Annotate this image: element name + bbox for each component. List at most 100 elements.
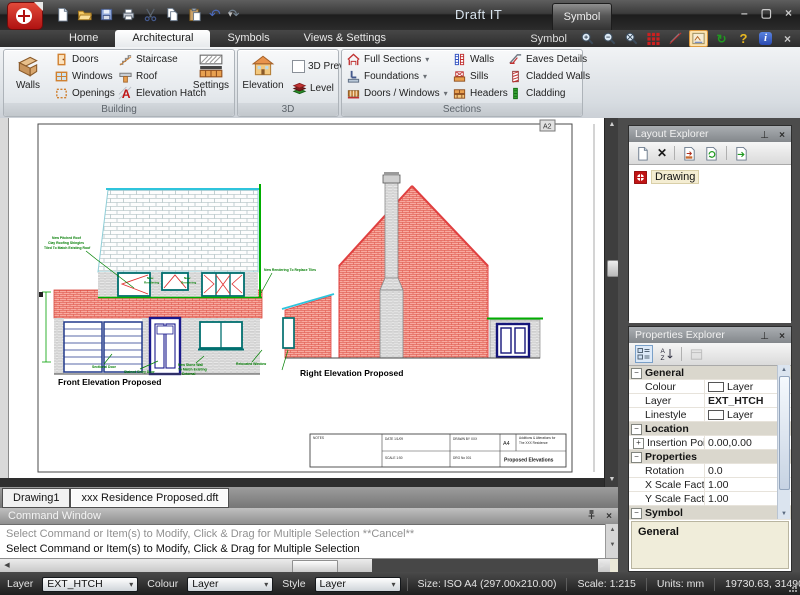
category-general[interactable]: −General: [629, 366, 791, 380]
new-layout-icon[interactable]: [635, 146, 650, 161]
print-icon[interactable]: [121, 7, 136, 22]
save-icon[interactable]: [99, 7, 114, 22]
collapse-icon[interactable]: −: [631, 452, 642, 463]
foundations-button[interactable]: Foundations▾: [344, 68, 450, 85]
open-file-icon[interactable]: [77, 7, 92, 22]
grid-icon[interactable]: [645, 31, 662, 46]
category-location[interactable]: −Location: [629, 422, 791, 436]
categorized-view-icon[interactable]: [635, 345, 653, 363]
walls-button[interactable]: Walls: [5, 51, 51, 103]
colour-dropdown[interactable]: Layer▾: [187, 577, 273, 592]
command-line-current: Select Command or Item(s) to Modify, Cli…: [6, 542, 599, 557]
context-tab-symbol[interactable]: Symbol: [552, 3, 612, 30]
property-row-yscale[interactable]: Y Scale Factor1.00: [629, 492, 791, 506]
pin-icon[interactable]: ⊥: [760, 128, 769, 144]
collapse-icon[interactable]: −: [631, 424, 642, 435]
tab-home[interactable]: Home: [52, 30, 115, 47]
sections-walls-button[interactable]: Walls: [450, 51, 510, 68]
scroll-thumb[interactable]: [779, 376, 790, 490]
doors-button[interactable]: Doors: [52, 51, 117, 68]
refresh-icon[interactable]: ↻: [713, 31, 730, 46]
maximize-button[interactable]: ▢: [761, 6, 772, 20]
hscroll-right-icon[interactable]: ▶: [596, 559, 610, 573]
new-file-icon[interactable]: [55, 7, 70, 22]
tab-architectural[interactable]: Architectural: [115, 30, 210, 47]
layout-explorer-toolbar: ✕: [629, 142, 791, 165]
scroll-down-icon[interactable]: ▼: [778, 509, 790, 519]
layout-tree-item-drawing[interactable]: Drawing: [634, 170, 786, 184]
panel-close-icon[interactable]: ×: [779, 329, 785, 345]
sills-button[interactable]: Sills: [450, 68, 510, 85]
property-row-colour[interactable]: ColourLayer: [629, 380, 791, 394]
export-layout-icon[interactable]: [734, 146, 749, 161]
pin-icon[interactable]: ⊥: [760, 329, 769, 345]
close-ribbon-icon[interactable]: ×: [779, 31, 796, 46]
pin-icon[interactable]: [587, 509, 596, 520]
svg-text:DRAWN BY XXX: DRAWN BY XXX: [453, 437, 478, 441]
level-button[interactable]: Level: [290, 80, 336, 97]
minimize-button[interactable]: –: [741, 6, 748, 20]
command-history[interactable]: Select Command or Item(s) to Modify, Cli…: [0, 524, 605, 558]
sort-az-icon[interactable]: AZ: [660, 347, 674, 361]
resize-grip[interactable]: [789, 584, 798, 593]
info-icon[interactable]: i: [757, 31, 774, 46]
zoom-out-icon[interactable]: [601, 31, 618, 46]
scroll-up-icon[interactable]: ▲: [778, 365, 790, 375]
layer-dropdown[interactable]: EXT_HTCH▾: [42, 577, 138, 592]
command-vertical-scrollbar[interactable]: ▲▼: [605, 524, 619, 558]
property-row-layer[interactable]: LayerEXT_HTCH: [629, 394, 791, 408]
panel-close-icon[interactable]: ×: [779, 128, 785, 144]
command-close-icon[interactable]: ×: [606, 509, 612, 525]
undo-icon[interactable]: ↶: [209, 6, 221, 22]
sections-doors-windows-button[interactable]: Doors / Windows▾: [344, 85, 450, 102]
doc-tab-residence[interactable]: xxx Residence Proposed.dft: [70, 488, 229, 508]
tab-views-settings[interactable]: Views & Settings: [287, 30, 403, 47]
command-horizontal-scrollbar[interactable]: ◀ ▶: [0, 558, 618, 573]
cut-icon[interactable]: [143, 7, 158, 22]
expand-icon[interactable]: +: [633, 438, 644, 449]
ortho-draw-icon[interactable]: [667, 31, 684, 46]
svg-text:DRG No 001: DRG No 001: [453, 456, 471, 460]
property-row-xscale[interactable]: X Scale Factor1.00: [629, 478, 791, 492]
zoom-in-icon[interactable]: [579, 31, 596, 46]
import-layout-icon[interactable]: [682, 146, 697, 161]
help-icon[interactable]: ?: [735, 31, 752, 46]
openings-button[interactable]: Openings: [52, 85, 117, 102]
properties-scrollbar[interactable]: ▲ ▼: [777, 365, 790, 519]
wall-icon: [15, 53, 41, 79]
canvas-vertical-scrollbar[interactable]: ▲ ▼: [604, 118, 619, 487]
hscroll-left-icon[interactable]: ◀: [0, 559, 14, 573]
tab-symbols[interactable]: Symbols: [210, 30, 286, 47]
property-row-linestyle[interactable]: LinestyleLayer: [629, 408, 791, 422]
collapse-icon[interactable]: −: [631, 508, 642, 519]
refresh-layout-icon[interactable]: [704, 146, 719, 161]
drawing-canvas[interactable]: A2: [0, 118, 604, 478]
settings-button[interactable]: Settings: [190, 51, 232, 103]
scroll-down-icon[interactable]: ▼: [605, 474, 619, 486]
delete-layout-icon[interactable]: ✕: [657, 146, 667, 160]
property-row-insertion-point[interactable]: +Insertion Point0.00,0.00: [629, 436, 791, 450]
property-row-rotation[interactable]: Rotation0.0: [629, 464, 791, 478]
qat-customize-caret-icon[interactable]: ▾: [228, 9, 233, 20]
copy-icon[interactable]: [165, 7, 180, 22]
style-dropdown[interactable]: Layer▾: [315, 577, 401, 592]
eaves-details-button[interactable]: Eaves Details: [506, 51, 592, 68]
elevation-button[interactable]: Elevation: [240, 51, 286, 103]
cladding-button[interactable]: Cladding: [506, 85, 592, 102]
collapse-icon[interactable]: −: [631, 368, 642, 379]
close-button[interactable]: ×: [785, 6, 792, 20]
colour-label: Colour: [144, 578, 181, 590]
zoom-extents-icon[interactable]: [623, 31, 640, 46]
headers-button[interactable]: Headers: [450, 85, 510, 102]
category-properties[interactable]: −Properties: [629, 450, 791, 464]
full-sections-button[interactable]: Full Sections▾: [344, 51, 450, 68]
paste-icon[interactable]: [187, 7, 202, 22]
scroll-up-icon[interactable]: ▲: [605, 119, 619, 131]
app-logo-button[interactable]: [7, 2, 43, 30]
doc-tab-drawing1[interactable]: Drawing1: [2, 488, 70, 508]
drawing-view-tool-active[interactable]: [689, 30, 708, 47]
cladded-walls-button[interactable]: Cladded Walls: [506, 68, 592, 85]
windows-button[interactable]: Windows: [52, 68, 117, 85]
category-symbol[interactable]: −Symbol: [629, 506, 791, 520]
svg-text:Additions & Alterations for: Additions & Alterations for: [519, 436, 556, 440]
